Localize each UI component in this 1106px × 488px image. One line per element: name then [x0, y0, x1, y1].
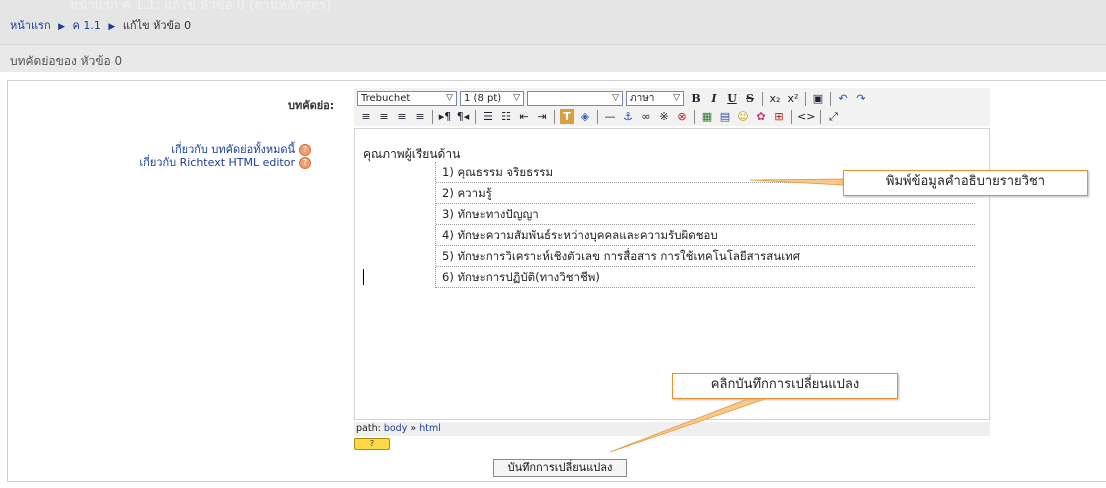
toolbar-row-2: ≡ ≡ ≡ ≡ ▸¶ ¶◂ ☰ ☷ ⇤ ⇥ T ◈ — ⚓ ∞ ※ ⊗ ▦ ▤ … [357, 108, 842, 125]
save-changes-button[interactable]: บันทึกการเปลี่ยนแปลง [493, 459, 627, 477]
horizontal-rule-button[interactable]: — [603, 109, 617, 124]
path-item-html[interactable]: html [419, 423, 441, 434]
callout-description-hint: พิมพ์ข้อมูลคำอธิบายรายวิชา [843, 170, 1088, 196]
font-family-select[interactable]: Trebuchet ▽ [357, 91, 457, 106]
breadcrumb-separator-icon: ▶ [108, 22, 116, 32]
search-replace-button[interactable]: ⊞ [772, 109, 786, 124]
content-list-item: 5) ทักษะการวิเคราะห์เชิงตัวเลข การสื่อสา… [436, 246, 975, 267]
editor-path-bar: path: body » html [354, 422, 990, 436]
summary-field-label: บทคัดย่อ: [288, 99, 335, 112]
content-list-item: 4) ทักษะความสัมพันธ์ระหว่างบุคคลและความร… [436, 225, 975, 246]
section-heading: บทคัดย่อของ หัวข้อ 0 [10, 54, 123, 68]
top-navbar: หน้าแรก ค 1.1: แก้ไข หัวข้อ 0 (ตามหลักสู… [0, 0, 1106, 44]
content-list-item: 3) ทักษะทางปัญญา [436, 204, 975, 225]
toolbar-divider [554, 109, 555, 124]
breadcrumb-course-link[interactable]: ค 1.1 [73, 19, 101, 32]
link-button[interactable]: ∞ [639, 109, 653, 124]
fullscreen-button[interactable]: ⤢ [826, 109, 840, 124]
subscript-button[interactable]: x₂ [768, 91, 782, 106]
insert-smiley-button[interactable]: ☺ [736, 109, 750, 124]
editor-help-button[interactable]: ? [354, 438, 390, 450]
font-size-select[interactable]: 1 (8 pt) ▽ [460, 91, 524, 106]
paragraph-style-select[interactable]: ▽ [527, 91, 623, 106]
unordered-list-button[interactable]: ☷ [499, 109, 513, 124]
text-caret [363, 269, 364, 285]
justify-button[interactable]: ≡ [413, 109, 427, 124]
outdent-button[interactable]: ⇤ [517, 109, 531, 124]
callout-save-hint: คลิกบันทึกการเปลี่ยนแปลง [672, 373, 898, 399]
editor-toolbar: Trebuchet ▽ 1 (8 pt) ▽ ▽ ภาษา ▽ B I U S x₂ … [354, 88, 990, 126]
toolbar-divider [432, 109, 433, 124]
toolbar-divider [805, 91, 806, 106]
chevron-down-icon: ▽ [513, 93, 520, 103]
indent-button[interactable]: ⇥ [535, 109, 549, 124]
align-center-button[interactable]: ≡ [377, 109, 391, 124]
breadcrumb-separator-icon: ▶ [58, 22, 66, 32]
language-select[interactable]: ภาษา ▽ [626, 91, 684, 106]
breadcrumb-current: แก้ไข หัวข้อ 0 [122, 19, 192, 32]
background-color-button[interactable]: ◈ [578, 109, 592, 124]
toolbar-divider [830, 91, 831, 106]
help-link-editor-label: เกี่ยวกับ Richtext HTML editor [139, 156, 295, 169]
page-header-title: หน้าแรก ค 1.1: แก้ไข หัวข้อ 0 (ตามหลักสู… [70, 0, 332, 13]
breadcrumb: หน้าแรก ▶ ค 1.1 ▶ แก้ไข หัวข้อ 0 [10, 16, 191, 34]
anchor-button[interactable]: ⚓ [621, 109, 635, 124]
help-icon[interactable]: ? [299, 157, 311, 169]
breadcrumb-home-link[interactable]: หน้าแรก [10, 19, 51, 32]
italic-button[interactable]: I [707, 91, 721, 106]
toolbar-divider [475, 109, 476, 124]
bold-button[interactable]: B [689, 91, 703, 106]
help-link-editor[interactable]: เกี่ยวกับ Richtext HTML editor? [139, 153, 311, 171]
text-color-button[interactable]: T [560, 109, 574, 124]
strikethrough-button[interactable]: S [743, 91, 757, 106]
undo-button[interactable]: ↶ [836, 91, 850, 106]
toolbar-row-1: Trebuchet ▽ 1 (8 pt) ▽ ▽ ภาษา ▽ B I U S x₂ … [357, 90, 870, 107]
nolink-button[interactable]: ⊗ [675, 109, 689, 124]
redo-button[interactable]: ↷ [854, 91, 868, 106]
chevron-down-icon: ▽ [446, 93, 453, 103]
toolbar-divider [597, 109, 598, 124]
ltr-button[interactable]: ▸¶ [438, 109, 452, 124]
special-chars-button[interactable]: ✿ [754, 109, 768, 124]
unlink-button[interactable]: ※ [657, 109, 671, 124]
path-item-body[interactable]: body [384, 423, 408, 434]
toolbar-divider [791, 109, 792, 124]
toolbar-divider [694, 109, 695, 124]
rtl-button[interactable]: ¶◂ [456, 109, 470, 124]
insert-image-button[interactable]: ▦ [700, 109, 714, 124]
insert-table-button[interactable]: ▤ [718, 109, 732, 124]
toolbar-divider [762, 91, 763, 106]
content-list-item: 6) ทักษะการปฏิบัติ(ทางวิชาชีพ) [436, 267, 975, 288]
toolbar-divider [820, 109, 822, 124]
chevron-down-icon: ▽ [673, 93, 680, 103]
path-label: path: [356, 423, 381, 434]
align-right-button[interactable]: ≡ [395, 109, 409, 124]
clean-html-button[interactable]: ▣ [811, 91, 825, 106]
help-icon: ? [369, 439, 375, 448]
underline-button[interactable]: U [725, 91, 739, 106]
ordered-list-button[interactable]: ☰ [481, 109, 495, 124]
html-source-button[interactable]: <> [797, 109, 815, 124]
section-heading-bar: บทคัดย่อของ หัวข้อ 0 [0, 44, 1106, 72]
path-separator: » [410, 423, 417, 434]
chevron-down-icon: ▽ [612, 93, 619, 103]
superscript-button[interactable]: x² [786, 91, 800, 106]
align-left-button[interactable]: ≡ [359, 109, 373, 124]
